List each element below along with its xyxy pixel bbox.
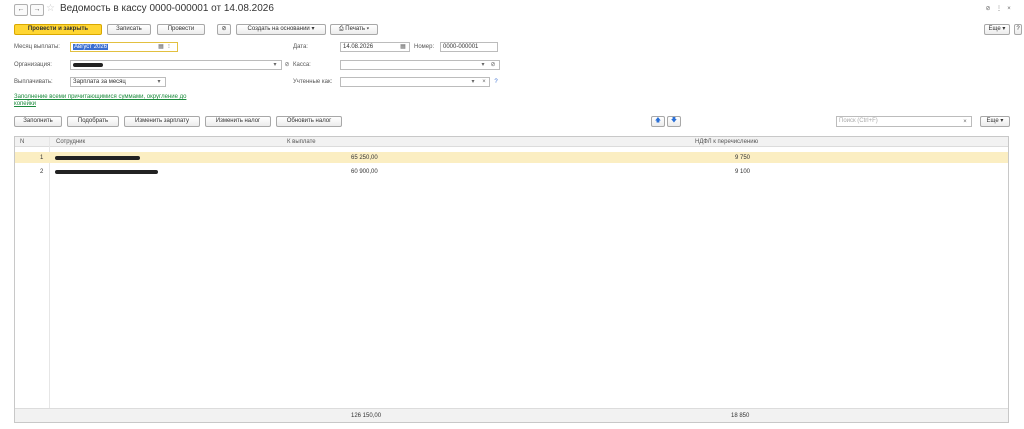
save-button[interactable]: Записать [107, 24, 151, 35]
col-to-pay[interactable]: К выплате [287, 138, 316, 146]
create-based-on-button[interactable]: Создать на основании ▾ [236, 24, 326, 35]
table-more-button[interactable]: Еще ▾ [980, 116, 1010, 127]
cash-label: Касса: [293, 62, 311, 68]
help-button[interactable]: ? [1014, 24, 1022, 35]
number-label: Номер: [414, 44, 435, 50]
col-n[interactable]: N [20, 138, 24, 146]
cash-dropdown-icon[interactable]: ▾ [480, 61, 486, 69]
table-header: N Сотрудник К выплате НДФЛ к перечислени… [15, 137, 1008, 147]
link-icon[interactable]: ⊘ [984, 5, 992, 13]
cash-open-icon[interactable]: ⊘ [490, 61, 496, 69]
pay-dropdown-icon[interactable]: ▾ [156, 78, 162, 86]
number-input[interactable]: 0000-000001 [440, 42, 498, 52]
page-title: Ведомость в кассу 0000-000001 от 14.08.2… [60, 3, 274, 14]
accounted-label: Учтенные как: [293, 79, 333, 85]
close-icon[interactable]: × [1005, 5, 1013, 13]
fill-mode-link-line1: Заполнение всеми причитающимися суммами,… [14, 94, 187, 100]
pick-button[interactable]: Подобрать [67, 116, 119, 127]
refresh-tax-button[interactable]: Обновить налог [276, 116, 342, 127]
col-divider [49, 137, 50, 422]
pay-label: Выплачивать: [14, 79, 53, 85]
row-ndfl: 9 100 [735, 169, 751, 175]
table-row[interactable]: 2 60 900,00 9 100 [15, 166, 1008, 177]
change-tax-button[interactable]: Изменить налог [205, 116, 271, 127]
change-salary-button[interactable]: Изменить зарплату [124, 116, 200, 127]
fill-button[interactable]: Заполнить [14, 116, 62, 127]
pay-select[interactable]: Зарплата за месяц [70, 77, 166, 87]
accounted-clear-icon[interactable]: × [481, 78, 487, 86]
row-to-pay: 60 900,00 [351, 169, 378, 175]
col-employee[interactable]: Сотрудник [56, 138, 85, 146]
move-up-icon[interactable]: 🡅 [651, 116, 665, 127]
fill-mode-link-line2: копейки [14, 101, 36, 107]
month-value: Август 2026 [73, 44, 109, 50]
move-down-icon[interactable]: 🡇 [667, 116, 681, 127]
post-and-close-button[interactable]: Провести и закрыть [14, 24, 102, 35]
more-menu-icon[interactable]: ⋮ [996, 5, 1002, 13]
search-clear-icon[interactable]: × [962, 118, 968, 126]
cash-input[interactable] [340, 60, 500, 70]
post-button[interactable]: Провести [157, 24, 205, 35]
employees-table: N Сотрудник К выплате НДФЛ к перечислени… [14, 136, 1009, 423]
org-input[interactable] [70, 60, 282, 70]
attach-icon[interactable]: ⊘ [217, 24, 231, 35]
redacted-employee-name [55, 170, 158, 174]
calendar-icon[interactable]: ▦ [158, 43, 164, 51]
accounted-dropdown-icon[interactable]: ▾ [470, 78, 476, 86]
accounted-input[interactable] [340, 77, 490, 87]
month-label: Месяц выплаты: [14, 44, 60, 50]
total-to-pay: 126 150,00 [351, 413, 382, 419]
total-ndfl: 18 850 [731, 413, 750, 419]
org-label: Организация: [14, 62, 52, 68]
col-ndfl[interactable]: НДФЛ к перечислению [695, 138, 758, 146]
favorite-star-icon[interactable]: ☆ [46, 3, 55, 15]
table-row[interactable]: 1 65 250,00 9 750 [15, 152, 1008, 163]
accounted-help-icon[interactable]: ? [493, 78, 499, 86]
org-open-icon[interactable]: ⊘ [284, 61, 290, 69]
row-number: 2 [40, 169, 44, 175]
table-footer-totals: 126 150,00 18 850 [15, 408, 1008, 422]
more-button[interactable]: Еще ▾ [984, 24, 1010, 35]
org-dropdown-icon[interactable]: ▾ [272, 61, 278, 69]
print-button[interactable]: ⎙ Печать ▾ [330, 24, 378, 35]
search-input[interactable]: Поиск (Ctrl+F) [836, 116, 972, 127]
redacted-employee-name [55, 156, 140, 160]
redacted-org-name [73, 63, 103, 67]
forward-button[interactable]: → [30, 4, 44, 16]
fill-mode-link[interactable]: Заполнение всеми причитающимися суммами,… [14, 94, 186, 108]
row-ndfl: 9 750 [735, 155, 751, 161]
date-calendar-icon[interactable]: ▦ [400, 43, 406, 51]
row-to-pay: 65 250,00 [351, 155, 378, 161]
stepper-icon[interactable]: ⁝ [166, 43, 172, 51]
row-number: 1 [40, 155, 44, 161]
date-label: Дата: [293, 44, 308, 50]
back-button[interactable]: ← [14, 4, 28, 16]
